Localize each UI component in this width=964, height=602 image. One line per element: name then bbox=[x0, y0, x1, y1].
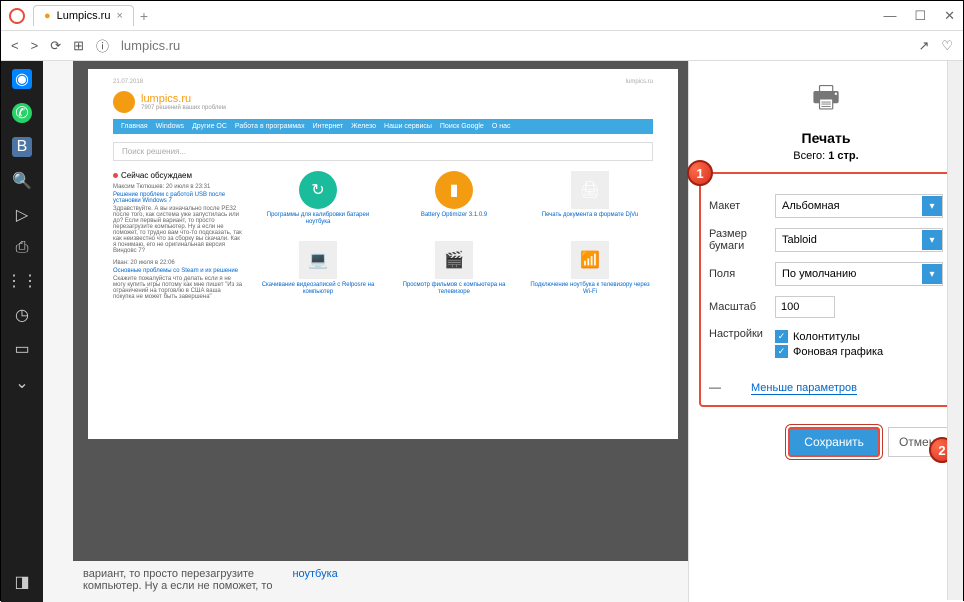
site-logo-icon bbox=[113, 91, 135, 113]
close-tab-icon[interactable]: × bbox=[116, 10, 122, 22]
camera-icon[interactable]: ⎙ bbox=[16, 239, 29, 257]
window-controls: — ☐ ✕ bbox=[883, 8, 955, 24]
background-text: вариант, то просто перезагрузите компьют… bbox=[83, 568, 683, 592]
annotation-badge-1: 1 bbox=[687, 160, 713, 186]
page-count: Всего: 1 стр. bbox=[699, 150, 953, 162]
nav-forward-icon[interactable]: > bbox=[31, 38, 39, 53]
browser-tab[interactable]: ● Lumpics.ru × bbox=[33, 5, 134, 26]
preview-page: 21.07.2018lumpics.ru lumpics.ru 7907 реш… bbox=[88, 69, 678, 439]
paper-label: Размер бумаги bbox=[709, 228, 767, 252]
chevron-down-icon: ▾ bbox=[922, 264, 942, 284]
close-window-button[interactable]: ✕ bbox=[944, 8, 955, 24]
vertical-scrollbar[interactable] bbox=[947, 61, 963, 600]
chevron-down-icon[interactable]: ⌄ bbox=[15, 373, 28, 393]
scale-label: Масштаб bbox=[709, 301, 767, 313]
scale-input[interactable] bbox=[775, 296, 835, 318]
settings-highlight: 1 Макет Альбомная▾ Размер бумаги Tabloid… bbox=[699, 172, 953, 407]
url-field[interactable]: lumpics.ru bbox=[121, 38, 906, 53]
settings-label: Настройки bbox=[709, 328, 767, 340]
headers-checkbox[interactable]: ✓ bbox=[775, 330, 788, 343]
preview-nav: ГлавнаяWindowsДругие ОСРабота в программ… bbox=[113, 119, 653, 134]
action-buttons: Сохранить Отмена 2 bbox=[699, 427, 953, 457]
new-tab-button[interactable]: + bbox=[140, 8, 148, 24]
site-title: lumpics.ru bbox=[141, 93, 226, 105]
print-title: Печать bbox=[699, 130, 953, 146]
security-icon[interactable]: ⓘ bbox=[96, 36, 109, 55]
send-icon[interactable]: ▷ bbox=[16, 205, 28, 225]
vk-icon[interactable]: B bbox=[12, 137, 32, 157]
margins-label: Поля bbox=[709, 268, 767, 280]
chevron-down-icon: ▾ bbox=[922, 196, 942, 216]
address-bar: < > ⟳ ⊞ ⓘ lumpics.ru ↗ ♡ bbox=[1, 31, 963, 61]
collapse-icon[interactable]: ◨ bbox=[14, 572, 29, 592]
layout-select[interactable]: Альбомная▾ bbox=[775, 194, 943, 218]
bookmarks-icon[interactable]: ▭ bbox=[14, 339, 29, 359]
maximize-button[interactable]: ☐ bbox=[914, 8, 926, 24]
share-icon[interactable]: ↗ bbox=[918, 38, 929, 54]
printer-icon: 🖶 bbox=[699, 75, 953, 126]
speed-dial-icon[interactable]: ⊞ bbox=[73, 38, 84, 54]
print-panel: 🖶 Печать Всего: 1 стр. 1 Макет Альбомная… bbox=[688, 61, 963, 602]
less-options-link[interactable]: Меньше параметров bbox=[751, 382, 857, 395]
paper-size-select[interactable]: Tabloid▾ bbox=[775, 228, 943, 252]
nav-back-icon[interactable]: < bbox=[11, 38, 19, 53]
opera-logo-icon[interactable] bbox=[9, 8, 25, 24]
reload-icon[interactable]: ⟳ bbox=[50, 38, 61, 54]
sidebar-rail: ◉ ✆ B 🔍 ▷ ⎙ ⋮⋮ ◷ ▭ ⌄ ◨ bbox=[1, 61, 43, 602]
bookmark-icon[interactable]: ♡ bbox=[941, 38, 953, 54]
window-titlebar: ● Lumpics.ru × + — ☐ ✕ bbox=[1, 1, 963, 31]
chevron-down-icon: ▾ bbox=[922, 230, 942, 250]
preview-search: Поиск решения... bbox=[113, 142, 653, 161]
collapse-icon[interactable]: — bbox=[709, 380, 721, 394]
clock-icon[interactable]: ◷ bbox=[15, 305, 29, 325]
search-icon[interactable]: 🔍 bbox=[12, 171, 32, 191]
apps-icon[interactable]: ⋮⋮ bbox=[6, 271, 38, 291]
layout-label: Макет bbox=[709, 200, 767, 212]
print-preview: 21.07.2018lumpics.ru lumpics.ru 7907 реш… bbox=[73, 61, 688, 561]
save-button[interactable]: Сохранить bbox=[788, 427, 880, 457]
background-checkbox[interactable]: ✓ bbox=[775, 345, 788, 358]
tab-title: Lumpics.ru bbox=[57, 10, 111, 22]
content-area: Я 21.07.2018lumpics.ru lumpics.ru 7907 р… bbox=[43, 61, 688, 602]
minimize-button[interactable]: — bbox=[883, 8, 896, 24]
messenger-icon[interactable]: ◉ bbox=[12, 69, 32, 89]
margins-select[interactable]: По умолчанию▾ bbox=[775, 262, 943, 286]
whatsapp-icon[interactable]: ✆ bbox=[12, 103, 32, 123]
